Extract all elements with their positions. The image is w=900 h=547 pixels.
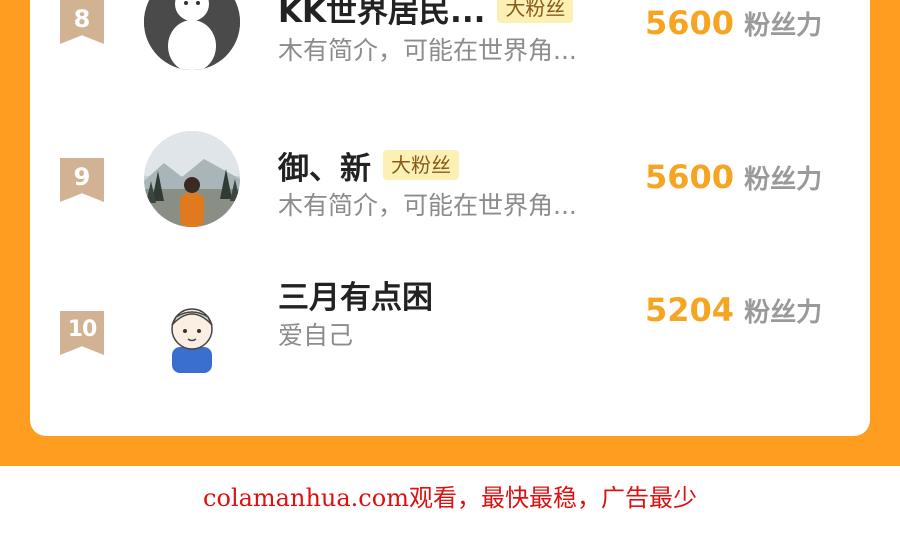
fan-power-unit: 粉丝力 — [744, 298, 823, 328]
fan-level-badge: 大粉丝 — [383, 150, 459, 180]
user-description: 木有简介，可能在世界角... — [278, 191, 577, 220]
landscape-photo-avatar — [144, 131, 240, 227]
user-name[interactable]: KK世界居民... — [278, 0, 485, 31]
user-description: 爱自己 — [278, 321, 354, 350]
user-avatar[interactable] — [144, 285, 240, 381]
fan-level-badge: 大粉丝 — [497, 0, 574, 23]
ranking-row[interactable]: 10 三月有点困 爱自己 5204 粉丝力 — [30, 263, 870, 393]
watermark-text: colamanhua.com观看，最快最稳，广告最少 — [203, 484, 697, 512]
rank-badge: 8 — [60, 0, 104, 44]
rank-badge: 9 — [60, 158, 104, 202]
watermark-footer: colamanhua.com观看，最快最稳，广告最少 — [0, 466, 900, 547]
user-avatar[interactable] — [144, 131, 240, 227]
fan-power-score: 5600 — [645, 158, 735, 196]
user-description: 木有简介，可能在世界角... — [278, 36, 577, 65]
user-name[interactable]: 三月有点困 — [278, 272, 433, 317]
fan-power-score: 5600 — [645, 4, 735, 42]
fan-power-unit: 粉丝力 — [744, 11, 823, 41]
rank-badge: 10 — [60, 311, 104, 355]
cartoon-person-avatar — [144, 285, 240, 381]
ghost-avatar-icon — [144, 0, 240, 70]
ranking-row[interactable]: 8 KK世界居民... 大粉丝 木有简介，可能在世界角... 5600 粉丝力 — [30, 0, 870, 110]
fan-power-unit: 粉丝力 — [744, 165, 823, 195]
fan-power-score: 5204 — [645, 291, 735, 329]
user-name[interactable]: 御、新 — [278, 143, 371, 188]
fan-ranking-card: 8 KK世界居民... 大粉丝 木有简介，可能在世界角... 5600 粉丝力 … — [30, 0, 870, 436]
ranking-row[interactable]: 9 御、新 大粉丝 木有简介，可能在世界角... 5600 粉丝力 — [30, 110, 870, 240]
user-avatar[interactable] — [144, 0, 240, 70]
